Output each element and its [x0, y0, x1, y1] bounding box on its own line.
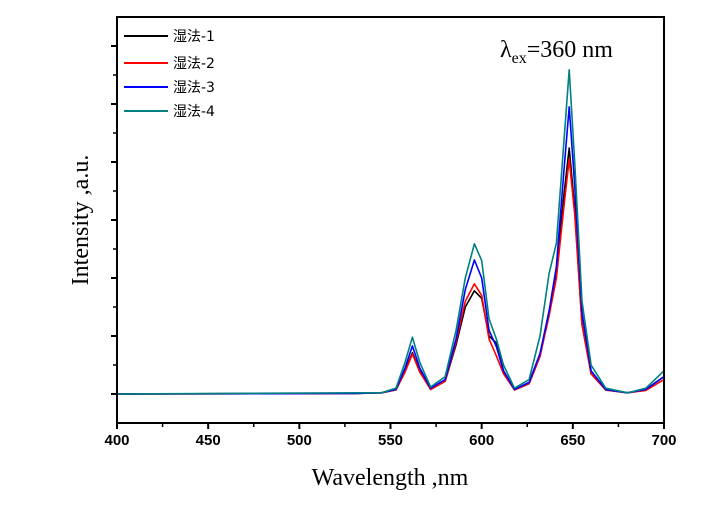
series-line-2: [116, 158, 665, 395]
x-tick-label: 450: [196, 432, 221, 449]
legend: 湿法-1 湿法-2 湿法-3 湿法-4: [124, 29, 215, 120]
y-axis-title: Intensity ,a.u.: [68, 155, 94, 286]
legend-label-2: 湿法-2: [173, 56, 215, 72]
x-tick-label: 650: [560, 432, 585, 449]
x-tick-label: 400: [104, 432, 129, 449]
x-tick-label: 600: [469, 432, 494, 449]
series-line-1: [116, 147, 665, 395]
x-tick-label: 500: [287, 432, 312, 449]
x-axis-title: Wavelength ,nm: [312, 465, 469, 491]
plot-frame: [116, 16, 665, 424]
legend-label-1: 湿法-1: [173, 29, 215, 45]
legend-label-3: 湿法-3: [173, 80, 215, 96]
x-tick-label: 550: [378, 432, 403, 449]
excitation-annotation: λex=360 nm: [500, 37, 613, 67]
spectrum-chart: 400 450 500 550 600 650 700 湿法-1 湿法-2 湿法-3 湿法-4 λ…: [68, 16, 677, 491]
legend-label-4: 湿法-4: [173, 104, 215, 120]
series-line-3: [116, 106, 665, 395]
x-tick-label: 700: [651, 432, 676, 449]
